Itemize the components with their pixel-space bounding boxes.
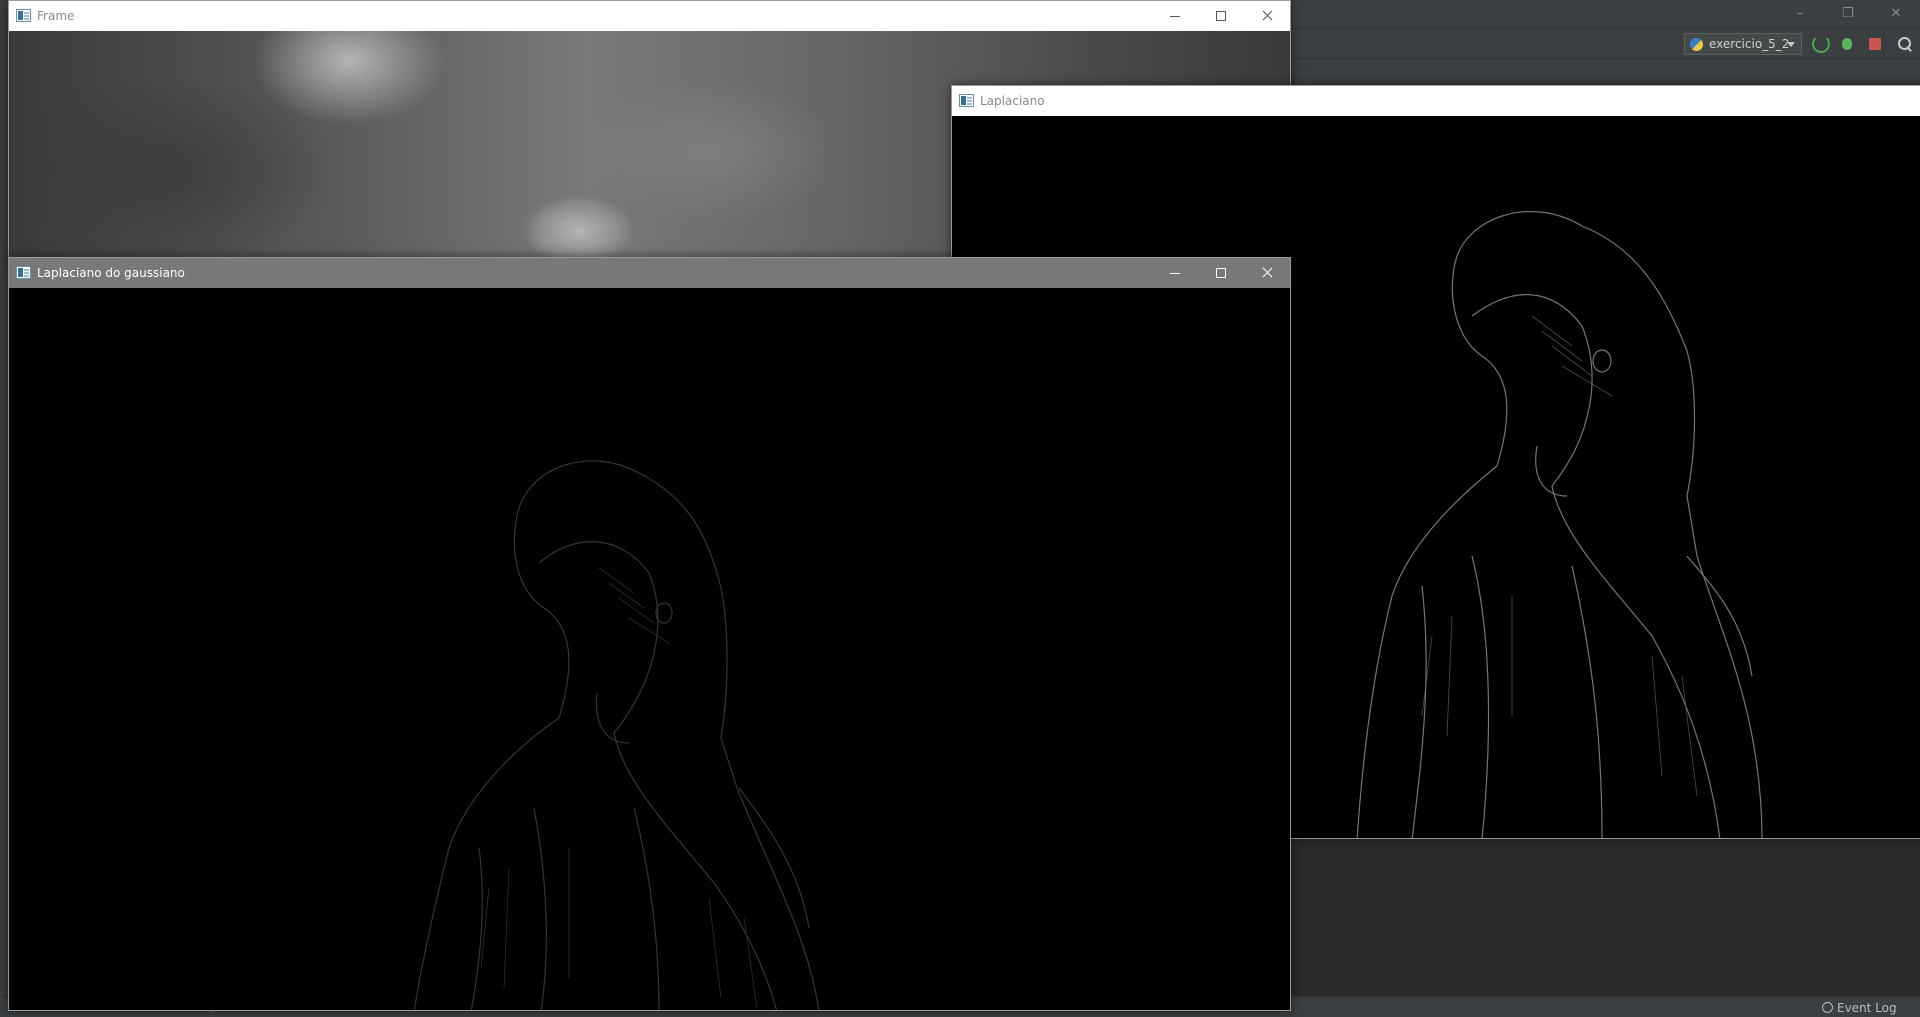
- laplaciano-window-title: Laplaciano: [980, 94, 1045, 108]
- ide-title-bar: – ❐ ✕: [1290, 0, 1920, 28]
- log-edges-drawing: [413, 460, 820, 1010]
- run-configuration-label: exercicio_5_2: [1709, 37, 1790, 51]
- python-icon: [1690, 38, 1703, 51]
- opencv-window-icon: [16, 266, 31, 279]
- event-log-button[interactable]: Event Log: [1822, 1001, 1897, 1015]
- close-icon[interactable]: [1244, 258, 1290, 288]
- minimize-icon[interactable]: [1152, 1, 1198, 31]
- ide-close-icon[interactable]: ✕: [1886, 4, 1906, 24]
- maximize-icon[interactable]: [1198, 258, 1244, 288]
- search-icon[interactable]: [1896, 35, 1914, 53]
- laplaciano-do-gaussiano-window[interactable]: Laplaciano do gaussiano: [8, 257, 1291, 1011]
- close-icon[interactable]: [1244, 1, 1290, 31]
- maximize-icon[interactable]: [1198, 1, 1244, 31]
- chevron-down-icon: [1787, 42, 1795, 47]
- log-window-titlebar[interactable]: Laplaciano do gaussiano: [9, 258, 1290, 288]
- stop-icon[interactable]: [1866, 35, 1884, 53]
- event-log-icon: [1822, 1002, 1833, 1013]
- ide-left-edge: [0, 0, 8, 1017]
- opencv-window-icon: [16, 9, 31, 22]
- ide-restore-icon[interactable]: ❐: [1838, 4, 1858, 24]
- ide-minimize-icon[interactable]: –: [1790, 4, 1810, 24]
- log-window-title: Laplaciano do gaussiano: [37, 266, 185, 280]
- minimize-icon[interactable]: [1152, 258, 1198, 288]
- rerun-icon[interactable]: [1812, 35, 1830, 53]
- opencv-window-icon: [959, 94, 974, 107]
- ide-tab-strip: [1290, 58, 1920, 86]
- frame-window-titlebar[interactable]: Frame: [9, 1, 1290, 31]
- event-log-label: Event Log: [1837, 1001, 1897, 1015]
- laplaciano-window-titlebar[interactable]: Laplaciano: [952, 86, 1920, 116]
- debug-icon[interactable]: [1838, 35, 1856, 53]
- log-image: [9, 288, 1290, 1010]
- ide-toolbar: exercicio_5_2: [1290, 28, 1920, 58]
- frame-window-title: Frame: [37, 9, 75, 23]
- run-configuration-dropdown[interactable]: exercicio_5_2: [1684, 33, 1802, 55]
